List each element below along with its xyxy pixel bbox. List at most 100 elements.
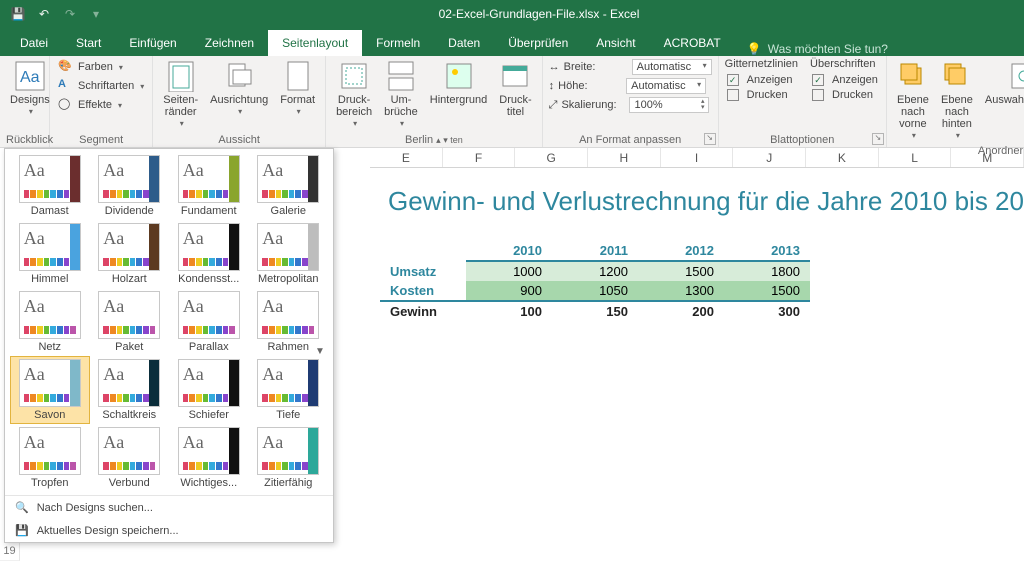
- tab-acrobat[interactable]: ACROBAT: [650, 30, 735, 56]
- tab-formeln[interactable]: Formeln: [362, 30, 434, 56]
- theme-thumb: Aa: [98, 155, 160, 203]
- row-label[interactable]: Gewinn: [380, 301, 466, 321]
- search-designs-button[interactable]: 🔍Nach Designs suchen...: [5, 496, 333, 519]
- cell[interactable]: 1500: [638, 261, 724, 281]
- tab-seitenlayout[interactable]: Seitenlayout: [268, 30, 362, 56]
- cell[interactable]: 900: [466, 281, 552, 301]
- theme-item[interactable]: AaHolzart: [91, 221, 169, 287]
- year-header[interactable]: 2012: [638, 241, 724, 261]
- cell[interactable]: 1500: [724, 281, 810, 301]
- row-number[interactable]: 19: [0, 542, 20, 561]
- label: Ausrichtung: [210, 94, 268, 106]
- sheet-title[interactable]: Gewinn- und Verlustrechnung für die Jahr…: [370, 168, 1024, 241]
- tab-ansicht[interactable]: Ansicht: [582, 30, 649, 56]
- save-icon[interactable]: 💾: [6, 3, 30, 25]
- cell[interactable]: 1800: [724, 261, 810, 281]
- schriftarten-button[interactable]: ASchriftarten▾: [56, 77, 146, 95]
- theme-item[interactable]: AaSavon: [11, 357, 89, 423]
- tab-datei[interactable]: Datei: [6, 30, 62, 56]
- theme-item[interactable]: AaMetropolitan: [250, 221, 328, 287]
- theme-thumb: Aa: [19, 223, 81, 271]
- col-header[interactable]: J: [733, 148, 806, 167]
- group-themes-options: 🎨Farben▾ ASchriftarten▾ ◯Effekte▾ Segmen…: [50, 56, 153, 147]
- gitternetz-drucken-checkbox[interactable]: Drucken: [725, 88, 798, 102]
- theme-item[interactable]: AaWichtiges...: [170, 425, 248, 491]
- col-header[interactable]: I: [661, 148, 734, 167]
- ueberschriften-anzeigen-checkbox[interactable]: ✓Anzeigen: [810, 73, 880, 87]
- ebene-hinten-button[interactable]: Ebene nach hinten▾: [937, 58, 977, 144]
- scroll-down-icon[interactable]: ▼: [315, 346, 329, 360]
- theme-item[interactable]: AaHimmel: [11, 221, 89, 287]
- theme-item[interactable]: AaKondensst...: [170, 221, 248, 287]
- row-label[interactable]: Umsatz: [380, 261, 466, 281]
- hoehe-row[interactable]: ↕Höhe:Automatisc▾: [549, 77, 707, 95]
- col-header[interactable]: H: [588, 148, 661, 167]
- redo-icon[interactable]: ↷: [58, 3, 82, 25]
- ausrichtung-button[interactable]: Ausrichtung▾: [206, 58, 272, 120]
- tab-start[interactable]: Start: [62, 30, 115, 56]
- dialog-launcher-icon[interactable]: ↘: [872, 133, 884, 145]
- cell[interactable]: 100: [466, 301, 552, 321]
- ebene-vorne-button[interactable]: Ebene nach vorne▾: [893, 58, 933, 144]
- cell[interactable]: 150: [552, 301, 638, 321]
- tell-me-search[interactable]: 💡 Was möchten Sie tun?: [735, 42, 900, 56]
- cell[interactable]: 200: [638, 301, 724, 321]
- theme-item[interactable]: AaSchiefer: [170, 357, 248, 423]
- tab-zeichnen[interactable]: Zeichnen: [191, 30, 268, 56]
- col-header[interactable]: L: [879, 148, 952, 167]
- designs-button[interactable]: Aa Designs ▾: [6, 58, 54, 120]
- theme-item[interactable]: AaGalerie: [250, 153, 328, 219]
- auswahlbereich-button[interactable]: Auswahlbereich: [981, 58, 1024, 108]
- tab-daten[interactable]: Daten: [434, 30, 494, 56]
- drucktitel-button[interactable]: Druck- titel: [495, 58, 535, 120]
- cell[interactable]: 1050: [552, 281, 638, 301]
- theme-item[interactable]: AaTropfen: [11, 425, 89, 491]
- year-header[interactable]: 2011: [552, 241, 638, 261]
- col-header[interactable]: F: [443, 148, 516, 167]
- pl-table[interactable]: 2010 2011 2012 2013 Umsatz 1000 1200 150…: [380, 241, 810, 321]
- ribbon: Aa Designs ▾ Rückblick 🎨Farben▾ ASchrift…: [0, 56, 1024, 148]
- cell[interactable]: 300: [724, 301, 810, 321]
- tab-einfuegen[interactable]: Einfügen: [115, 30, 190, 56]
- theme-item[interactable]: AaParallax: [170, 289, 248, 355]
- tab-ueberpruefen[interactable]: Überprüfen: [494, 30, 582, 56]
- col-header[interactable]: K: [806, 148, 879, 167]
- theme-item[interactable]: AaDamast: [11, 153, 89, 219]
- qat-customize-icon[interactable]: ▾: [84, 3, 108, 25]
- row-label[interactable]: Kosten: [380, 281, 466, 301]
- hintergrund-button[interactable]: Hintergrund: [426, 58, 491, 108]
- format-button[interactable]: Format▾: [276, 58, 319, 120]
- col-header[interactable]: M: [951, 148, 1024, 167]
- dialog-launcher-icon[interactable]: ↘: [704, 133, 716, 145]
- theme-thumb: Aa: [257, 359, 319, 407]
- theme-item[interactable]: AaZitierfähig: [250, 425, 328, 491]
- druckbereich-button[interactable]: Druck- bereich▾: [332, 58, 376, 132]
- year-header[interactable]: 2010: [466, 241, 552, 261]
- theme-thumb: Aa: [178, 427, 240, 475]
- theme-item[interactable]: AaTiefe: [250, 357, 328, 423]
- theme-item[interactable]: AaVerbund: [91, 425, 169, 491]
- undo-icon[interactable]: ↶: [32, 3, 56, 25]
- save-design-button[interactable]: 💾Aktuelles Design speichern...: [5, 519, 333, 542]
- theme-item[interactable]: AaFundament: [170, 153, 248, 219]
- gitternetz-anzeigen-checkbox[interactable]: ✓Anzeigen: [725, 73, 798, 87]
- year-header[interactable]: 2013: [724, 241, 810, 261]
- skalierung-row[interactable]: ⤢Skalierung:100%▴▾: [549, 96, 710, 114]
- seitenraender-button[interactable]: Seiten- ränder▾: [159, 58, 202, 132]
- col-header[interactable]: E: [370, 148, 443, 167]
- effekte-button[interactable]: ◯Effekte▾: [56, 96, 124, 114]
- theme-item[interactable]: AaNetz: [11, 289, 89, 355]
- col-header[interactable]: G: [515, 148, 588, 167]
- theme-item[interactable]: AaSchaltkreis: [91, 357, 169, 423]
- breite-row[interactable]: ↔Breite:Automatisc▾: [549, 58, 712, 76]
- ueberschriften-drucken-checkbox[interactable]: Drucken: [810, 88, 880, 102]
- cell[interactable]: 1000: [466, 261, 552, 281]
- cell[interactable]: 1200: [552, 261, 638, 281]
- theme-item[interactable]: AaPaket: [91, 289, 169, 355]
- colors-icon: 🎨: [58, 59, 74, 75]
- umbrueche-button[interactable]: Um- brüche▾: [380, 58, 422, 132]
- farben-button[interactable]: 🎨Farben▾: [56, 58, 125, 76]
- spinner-icon[interactable]: ▴▾: [701, 99, 705, 111]
- cell[interactable]: 1300: [638, 281, 724, 301]
- theme-item[interactable]: AaDividende: [91, 153, 169, 219]
